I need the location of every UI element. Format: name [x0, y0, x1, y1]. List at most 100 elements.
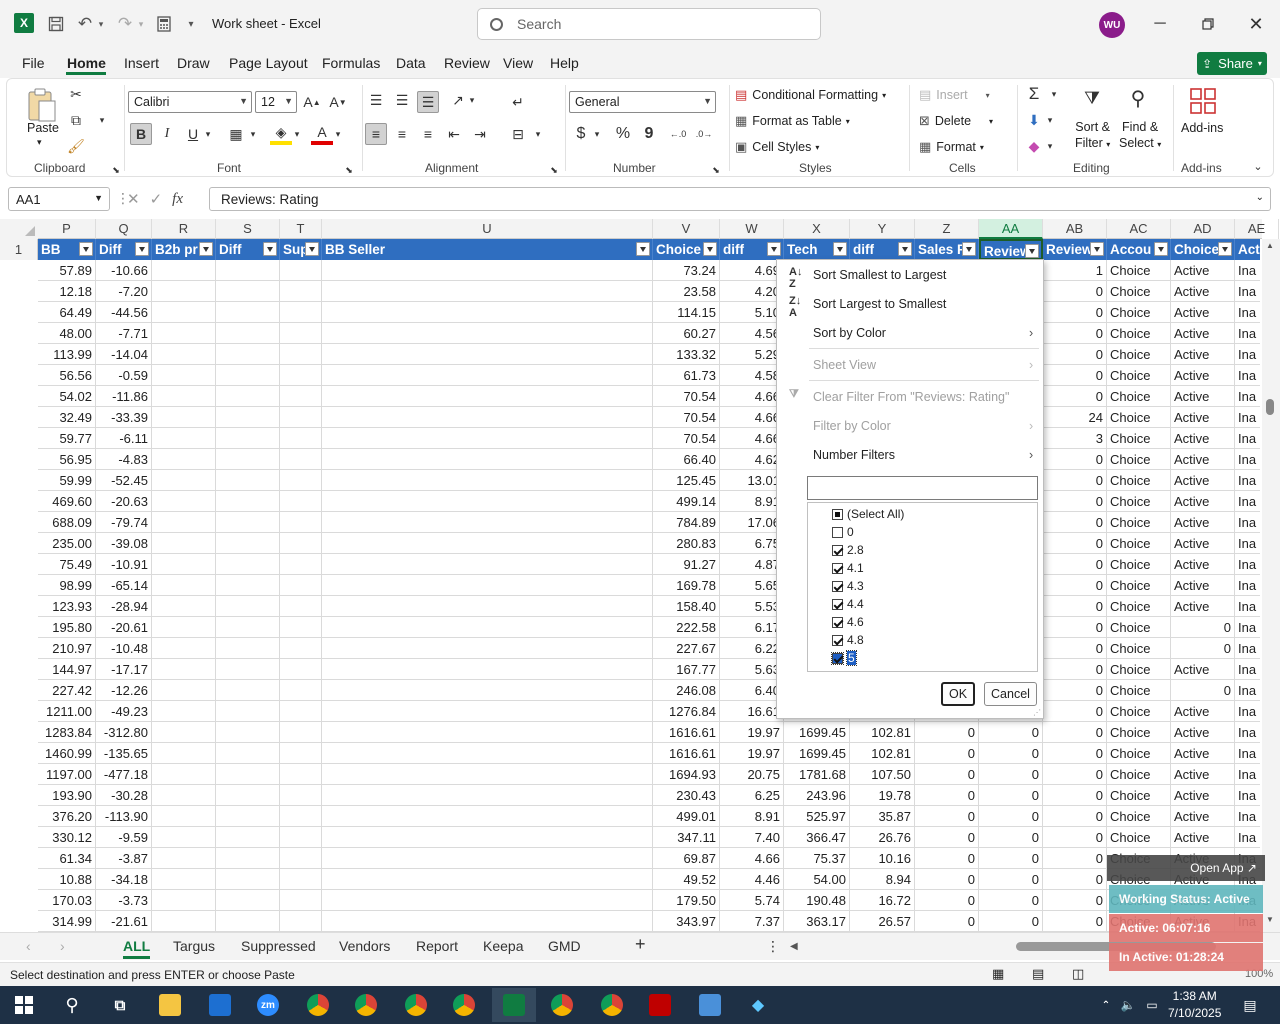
table-cell[interactable] [322, 659, 653, 680]
avatar[interactable]: WU [1099, 12, 1125, 38]
font-color-icon[interactable]: A [311, 123, 333, 145]
table-cell[interactable]: Ina [1235, 449, 1260, 470]
table-cell[interactable]: 1616.61 [653, 722, 720, 743]
menu-home[interactable]: Home [67, 55, 106, 71]
table-cell[interactable]: 0 [1043, 890, 1107, 911]
table-cell[interactable]: Choice [1107, 281, 1171, 302]
tab-gmd[interactable]: GMD [548, 938, 581, 954]
filter-dropdown-icon[interactable] [767, 242, 781, 256]
table-cell[interactable] [152, 449, 216, 470]
save-icon[interactable] [45, 12, 67, 36]
table-cell[interactable] [322, 848, 653, 869]
clear-dropdown-icon[interactable]: ▾ [1043, 135, 1057, 157]
table-cell[interactable]: -135.65 [96, 743, 152, 764]
table-cell[interactable]: -14.04 [96, 344, 152, 365]
merge-dropdown-icon[interactable]: ▾ [531, 123, 545, 145]
page-layout-view-icon[interactable]: ▤ [1032, 966, 1044, 982]
table-cell[interactable]: 8.91 [720, 491, 784, 512]
table-cell[interactable]: 0 [1171, 680, 1235, 701]
table-cell[interactable]: 0 [979, 890, 1043, 911]
comma-button[interactable]: 9 [638, 123, 660, 145]
table-cell[interactable] [152, 680, 216, 701]
table-cell[interactable]: 59.99 [38, 470, 96, 491]
table-cell[interactable] [152, 554, 216, 575]
redo-icon[interactable]: ↷ [114, 12, 136, 36]
table-cell[interactable]: 190.48 [784, 890, 850, 911]
table-cell[interactable]: Active [1171, 533, 1235, 554]
table-cell[interactable]: 0 [1043, 449, 1107, 470]
table-cell[interactable]: 49.52 [653, 869, 720, 890]
table-cell[interactable]: 0 [1043, 827, 1107, 848]
table-cell[interactable]: -10.48 [96, 638, 152, 659]
table-cell[interactable]: Active [1171, 743, 1235, 764]
windows-start-icon[interactable] [8, 991, 40, 1019]
table-cell[interactable]: 66.40 [653, 449, 720, 470]
table-cell[interactable] [216, 869, 280, 890]
table-cell[interactable]: 0 [1043, 869, 1107, 890]
table-cell[interactable]: Ina [1235, 470, 1260, 491]
table-cell[interactable]: 60.27 [653, 323, 720, 344]
table-cell[interactable] [152, 365, 216, 386]
table-cell[interactable]: Choice [1107, 365, 1171, 386]
filter-list-item[interactable]: 4.6 [832, 613, 864, 631]
table-cell[interactable]: 469.60 [38, 491, 96, 512]
table-cell[interactable]: Active [1171, 764, 1235, 785]
table-cell[interactable]: 19.97 [720, 743, 784, 764]
table-cell[interactable]: 6.22 [720, 638, 784, 659]
table-cell[interactable] [152, 617, 216, 638]
table-cell[interactable]: 0 [1043, 806, 1107, 827]
table-cell[interactable]: 5.29 [720, 344, 784, 365]
menu-draw[interactable]: Draw [177, 55, 210, 71]
column-header-ac[interactable]: AC [1107, 219, 1171, 239]
table-cell[interactable]: Ina [1235, 428, 1260, 449]
table-cell[interactable]: 3 [1043, 428, 1107, 449]
table-cell[interactable] [216, 785, 280, 806]
table-cell[interactable]: 113.99 [38, 344, 96, 365]
table-cell[interactable] [152, 323, 216, 344]
table-cell[interactable] [216, 386, 280, 407]
app-diamond-icon[interactable]: ◆ [742, 991, 774, 1019]
menu-review[interactable]: Review [444, 55, 490, 71]
filter-list-item[interactable]: 2.8 [832, 541, 864, 559]
table-cell[interactable]: 57.89 [38, 260, 96, 281]
table-cell[interactable] [280, 596, 322, 617]
name-box[interactable]: AA1 ▼ [8, 187, 110, 211]
table-cell[interactable] [152, 302, 216, 323]
restore-icon[interactable] [1198, 14, 1218, 34]
tab-targus[interactable]: Targus [173, 938, 215, 954]
table-cell[interactable] [216, 491, 280, 512]
table-cell[interactable]: 13.01 [720, 470, 784, 491]
table-cell[interactable] [152, 470, 216, 491]
table-cell[interactable]: 1283.84 [38, 722, 96, 743]
table-cell[interactable] [322, 827, 653, 848]
table-cell[interactable]: Active [1171, 407, 1235, 428]
table-cell[interactable] [322, 911, 653, 932]
find-select-icon[interactable]: ⚲ [1123, 83, 1153, 113]
table-cell[interactable]: 26.57 [850, 911, 915, 932]
table-cell[interactable]: 102.81 [850, 743, 915, 764]
table-cell[interactable] [322, 365, 653, 386]
table-cell[interactable]: Active [1171, 470, 1235, 491]
table-cell[interactable]: 0 [1043, 491, 1107, 512]
table-cell[interactable]: -10.66 [96, 260, 152, 281]
format-as-table-button[interactable]: ▦ Format as Table ▾ [735, 113, 850, 129]
customize-toolbar-icon[interactable]: ▾ [184, 12, 198, 36]
table-cell[interactable] [280, 701, 322, 722]
table-cell[interactable]: 125.45 [653, 470, 720, 491]
table-cell[interactable]: 235.00 [38, 533, 96, 554]
table-cell[interactable] [152, 491, 216, 512]
minimize-icon[interactable]: ─ [1150, 14, 1170, 34]
filter-dropdown-icon[interactable] [636, 242, 650, 256]
table-cell[interactable]: 0 [1043, 470, 1107, 491]
table-cell[interactable] [280, 281, 322, 302]
expand-formula-icon[interactable]: ⌄ [1256, 192, 1264, 203]
autosum-icon[interactable]: Σ [1023, 83, 1045, 105]
table-cell[interactable]: Choice [1107, 659, 1171, 680]
filter-checkbox[interactable] [831, 651, 844, 665]
borders-dropdown-icon[interactable]: ▾ [246, 123, 260, 145]
notifications-icon[interactable]: ▤ [1234, 991, 1266, 1019]
column-header-q[interactable]: Q [96, 219, 152, 239]
table-cell[interactable]: -11.86 [96, 386, 152, 407]
table-cell[interactable] [152, 596, 216, 617]
table-cell[interactable]: Choice [1107, 596, 1171, 617]
